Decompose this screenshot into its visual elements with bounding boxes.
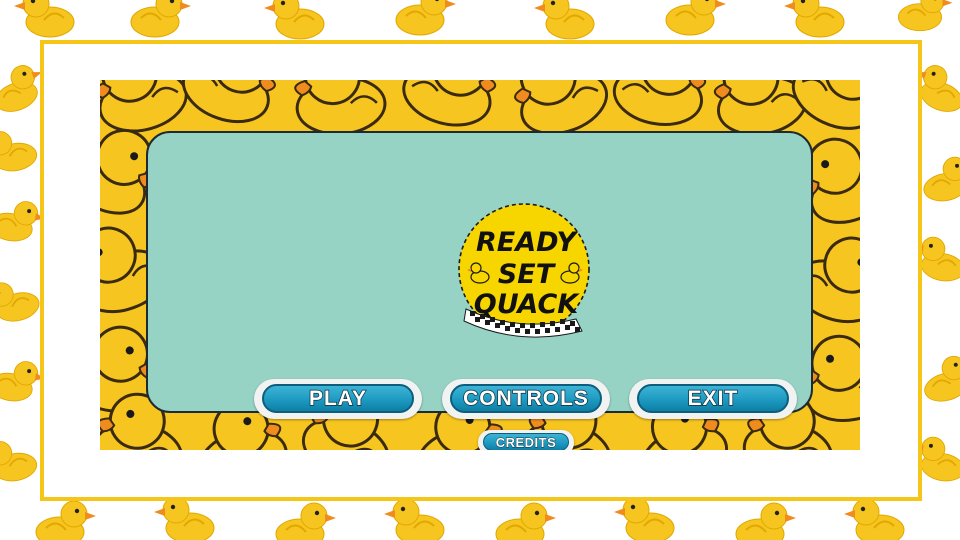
rubber-duck-icon (533, 0, 595, 40)
credits-button[interactable]: CREDITS (478, 430, 574, 450)
game-viewport: READY SET QUACK PLAY CONTROLS EXIT CREDI… (100, 80, 860, 450)
rubber-duck-icon (735, 502, 797, 540)
rubber-duck-icon (0, 434, 40, 487)
rubber-duck-icon (665, 0, 727, 36)
rubber-duck-icon (608, 80, 713, 133)
rubber-duck-icon (783, 0, 845, 38)
rubber-duck-icon (130, 0, 192, 38)
controls-button[interactable]: CONTROLS (442, 379, 610, 419)
play-button-label: PLAY (308, 386, 368, 410)
rubber-duck-icon (0, 124, 40, 177)
rubber-duck-icon (173, 80, 289, 135)
rubber-duck-icon (263, 0, 325, 40)
rubber-duck-icon (916, 350, 960, 407)
rubber-duck-icon (395, 0, 457, 36)
rubber-duck-icon (35, 500, 97, 540)
rubber-duck-icon (275, 502, 337, 540)
rubber-duck-icon (495, 502, 557, 540)
rubber-duck-icon (613, 496, 675, 540)
game-logo: READY SET QUACK (458, 203, 590, 338)
rubber-duck-icon (383, 498, 445, 540)
logo-title-line-1: READY (476, 227, 578, 258)
rubber-duck-icon (843, 498, 905, 540)
credits-button-label: CREDITS (495, 434, 557, 450)
rubber-duck-icon (290, 80, 389, 140)
rubber-duck-icon (0, 273, 44, 330)
rubber-duck-icon (918, 153, 960, 206)
exit-button-label: EXIT (687, 386, 739, 410)
play-button[interactable]: PLAY (254, 379, 422, 419)
logo-title-line-2: SET (498, 259, 557, 290)
rubber-duck-icon (153, 496, 215, 540)
exit-button[interactable]: EXIT (629, 379, 797, 419)
main-menu-panel: READY SET QUACK PLAY CONTROLS EXIT CREDI… (146, 131, 813, 450)
rubber-duck-icon (395, 80, 506, 136)
controls-button-label: CONTROLS (462, 386, 589, 410)
rubber-duck-icon (897, 0, 954, 32)
rubber-duck-icon (13, 0, 75, 38)
logo-title-line-3: QUACK (474, 289, 581, 320)
